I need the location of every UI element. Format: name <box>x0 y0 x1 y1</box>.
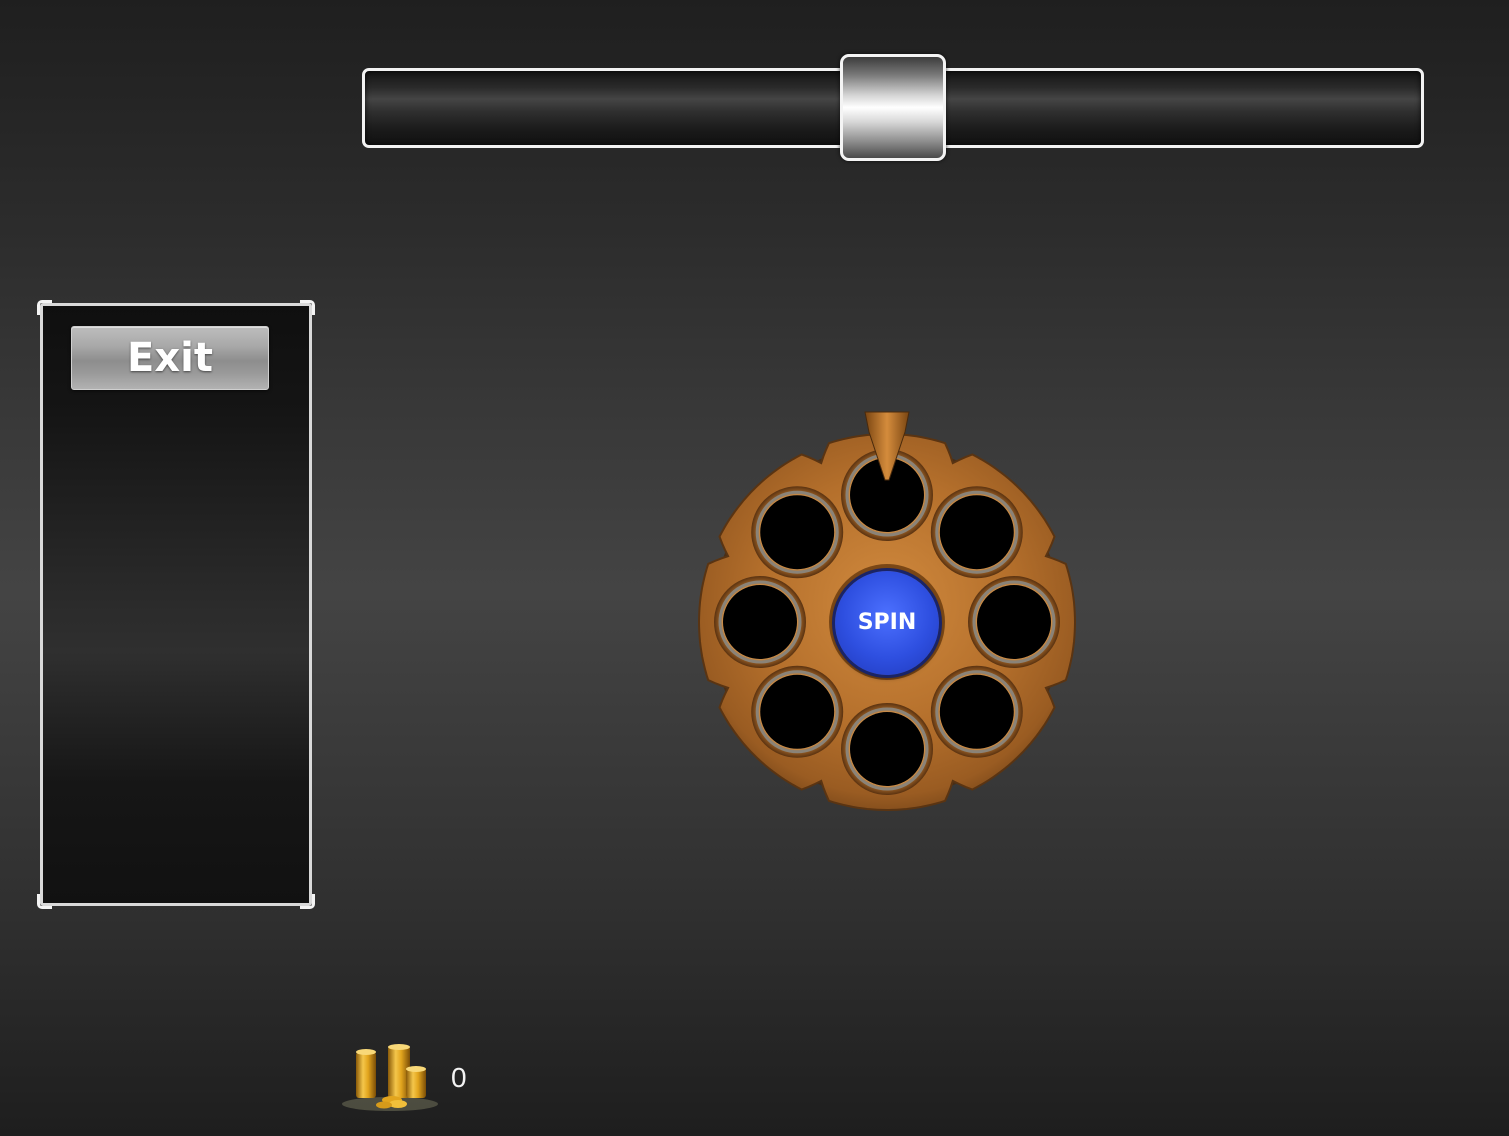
exit-button[interactable]: Exit <box>71 326 269 390</box>
chamber <box>930 665 1023 758</box>
side-panel: Exit <box>37 300 315 909</box>
chamber-hole <box>977 585 1051 659</box>
chamber-hole <box>760 674 835 749</box>
chamber-hole <box>939 674 1014 749</box>
chamber-hole <box>723 585 797 659</box>
panel-corner-top-right <box>300 300 315 315</box>
coin-count: 0 <box>451 1062 467 1093</box>
chamber <box>841 703 933 795</box>
chamber-hole <box>939 495 1014 570</box>
chamber <box>751 665 844 758</box>
coins-display <box>340 1042 444 1114</box>
panel-corner-bottom-left <box>37 894 52 909</box>
panel-corner-bottom-right <box>300 894 315 909</box>
top-slider-thumb[interactable] <box>840 54 946 161</box>
chamber <box>968 576 1060 668</box>
panel-corner-top-left <box>37 300 52 315</box>
chamber <box>714 576 806 668</box>
chamber-hole <box>850 712 924 786</box>
chamber <box>751 486 844 579</box>
spin-button[interactable]: SPIN <box>835 571 939 675</box>
chamber-hole <box>760 495 835 570</box>
coin-stack-icon <box>342 1044 438 1111</box>
chamber <box>930 486 1023 579</box>
